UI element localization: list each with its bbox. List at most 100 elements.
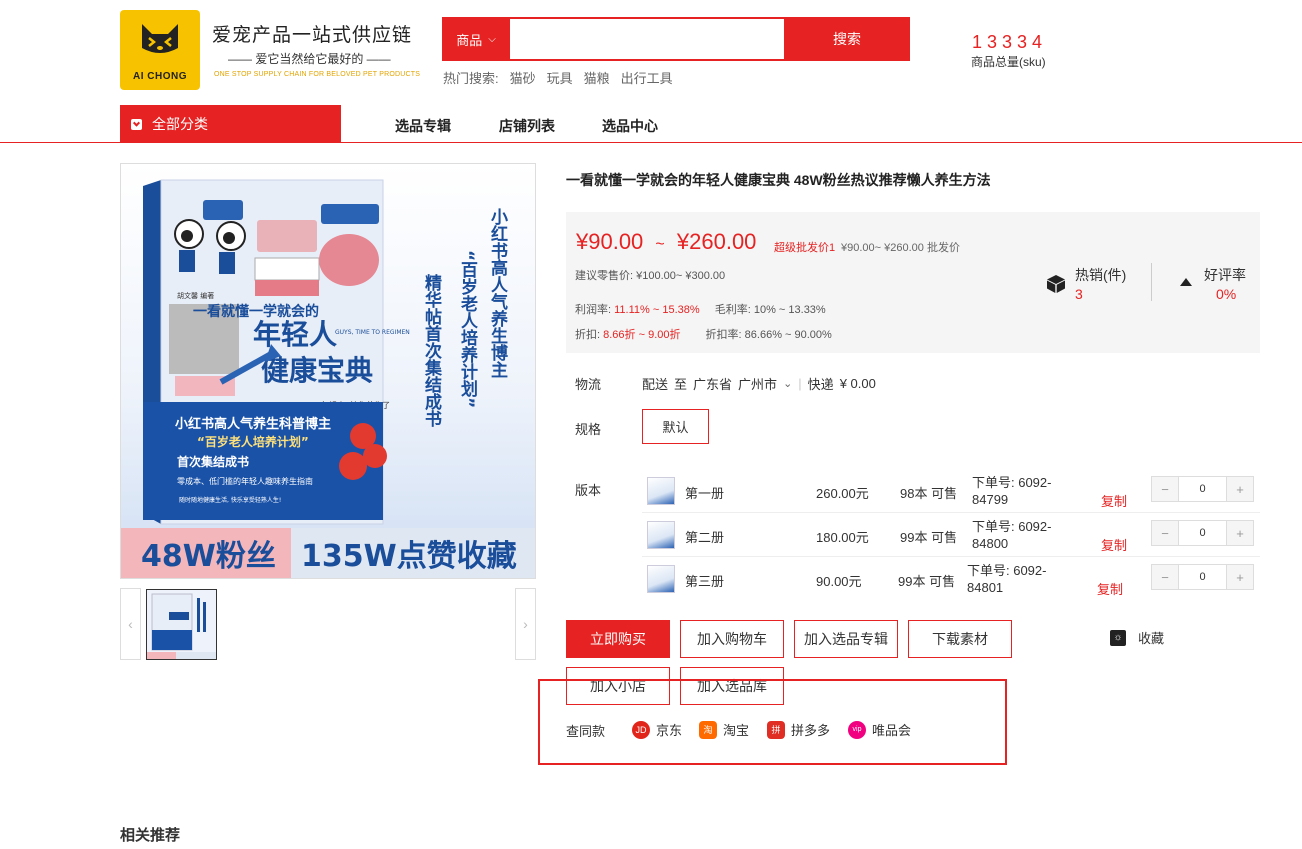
quantity-stepper: − 0 + <box>1151 520 1254 546</box>
cover-blue-line-3: 首次集结成书 <box>177 454 249 469</box>
product-title: 一看就懂一学就会的年轻人健康宝典 48W粉丝热议推荐懒人养生方法 <box>566 172 991 188</box>
nav-item-stores[interactable]: 店铺列表 <box>499 116 555 136</box>
same-item-taobao[interactable]: 淘 淘宝 <box>699 720 749 739</box>
hot-keyword[interactable]: 出行工具 <box>621 68 673 87</box>
cover-vertical-3: 精华帖首次集结成书 <box>421 273 443 428</box>
copy-button[interactable]: 复制 <box>1101 535 1127 554</box>
copy-button[interactable]: 复制 <box>1101 491 1127 510</box>
plus-button[interactable]: + <box>1227 477 1253 501</box>
minus-button[interactable]: − <box>1152 565 1178 589</box>
rating-value: 0% <box>1216 286 1237 302</box>
search-category-select[interactable]: 商品 ⌵ <box>442 17 510 61</box>
same-item-jd[interactable]: JD 京东 <box>632 720 682 739</box>
version-price: 180.00元 <box>816 530 869 545</box>
version-order-number: 下单号: 6092- 84799 <box>972 474 1082 508</box>
thumb-prev-button[interactable]: ‹ <box>120 588 141 660</box>
spec-option-default[interactable]: 默认 <box>642 409 709 444</box>
vipshop-icon: vip <box>848 720 866 739</box>
same-item-pinduoduo[interactable]: 拼 拼多多 <box>767 720 830 739</box>
shipping-line: 配送 至 广东省 广州市 ⌄ | 快递 ¥ 0.00 <box>642 374 876 393</box>
version-row: 第三册 90.00元 99本 可售 下单号: 6092- 84801 复制 − … <box>642 557 1260 601</box>
buy-now-button[interactable]: 立即购买 <box>566 620 670 658</box>
minus-button[interactable]: − <box>1152 477 1178 501</box>
rating-label: 好评率 <box>1204 267 1246 283</box>
favorite-label: 收藏 <box>1138 631 1165 646</box>
plus-button[interactable]: + <box>1227 565 1253 589</box>
same-item-label: 查同款 <box>566 724 606 739</box>
quantity-value[interactable]: 0 <box>1178 477 1227 501</box>
chevron-down-icon: ⌵ <box>488 33 496 45</box>
nav-item-album[interactable]: 选品专辑 <box>395 116 451 136</box>
spec-label: 规格 <box>575 422 602 437</box>
shipping-address-select[interactable]: 广东省 广州市 ⌄ <box>693 374 792 393</box>
add-to-album-button[interactable]: 加入选品专辑 <box>794 620 898 658</box>
shipping-label: 物流 <box>575 377 602 392</box>
version-name: 第三册 <box>685 574 725 589</box>
stats-divider <box>1151 263 1152 301</box>
minus-button[interactable]: − <box>1152 521 1178 545</box>
suggest-label: 建议零售价: <box>575 270 634 282</box>
hot-keyword[interactable]: 猫砂 <box>510 68 536 87</box>
shipping-divider: | <box>798 376 802 391</box>
nav-divider <box>0 142 1302 143</box>
download-material-button[interactable]: 下载素材 <box>908 620 1012 658</box>
thumbnail-image <box>147 590 216 659</box>
cover-blue-line-4: 零成本、低门槛的年轻人趣味养生指南 <box>177 476 313 486</box>
discount-line: 折扣: 8.66折 ~ 9.00折 折扣率: 86.66% ~ 90.00% <box>575 326 832 342</box>
favorite-button[interactable]: ☼ 收藏 <box>1110 628 1164 647</box>
nav-item-selection-center[interactable]: 选品中心 <box>602 116 658 136</box>
cover-big-title-1: 年轻人 <box>253 318 337 351</box>
quantity-stepper: − 0 + <box>1151 564 1254 590</box>
version-order-number: 下单号: 6092- 84800 <box>972 518 1082 552</box>
search-category-label: 商品 <box>456 32 483 48</box>
shop-name: 京东 <box>656 723 683 738</box>
box-icon <box>1047 275 1065 293</box>
plus-button[interactable]: + <box>1227 521 1253 545</box>
version-thumbnail <box>647 477 675 505</box>
hot-sales-label: 热销(件) <box>1075 267 1127 283</box>
search-button[interactable]: 搜索 <box>784 17 910 61</box>
order-line-1: 下单号: 6092- <box>967 563 1047 578</box>
discount-label: 折扣: <box>575 329 601 341</box>
sku-count: 13334 <box>972 32 1048 52</box>
version-stock: 98本 可售 <box>900 486 958 501</box>
shipping-province: 广东省 <box>693 377 733 392</box>
version-stock: 99本 可售 <box>898 574 956 589</box>
thumb-next-button[interactable]: › <box>515 588 536 660</box>
add-to-cart-button[interactable]: 加入购物车 <box>680 620 784 658</box>
brand-slogan-en: ONE STOP SUPPLY CHAIN FOR BELOVED PET PR… <box>214 71 421 78</box>
cat-logo-icon <box>142 24 178 53</box>
site-logo[interactable]: AI CHONG <box>120 10 200 90</box>
search-input[interactable] <box>510 17 786 61</box>
cover-sub-en: GUYS, TIME TO REGIMEN <box>335 329 410 336</box>
version-name: 第一册 <box>685 486 725 501</box>
profit-line: 利润率: 11.11% ~ 15.38% 毛利率: 10% ~ 13.33% <box>575 301 826 317</box>
cover-vertical-2: “百岁老人培养计划” <box>457 250 479 408</box>
price-separator: ~ <box>655 236 665 253</box>
version-name: 第二册 <box>685 530 725 545</box>
profit-label: 利润率: <box>575 304 612 316</box>
cover-banner-fans: 48W粉丝 <box>141 539 276 574</box>
shipping-city: 广州市 <box>738 377 778 392</box>
product-main-image[interactable]: 一看就懂一学就会的 年轻人 健康宝典 GUYS, TIME TO REGIMEN… <box>120 163 536 579</box>
all-categories-label: 全部分类 <box>152 116 208 132</box>
hot-sales-value: 3 <box>1075 286 1083 302</box>
discount-rate-label: 折扣率: <box>705 329 742 341</box>
version-order-number: 下单号: 6092- 84801 <box>967 562 1077 596</box>
version-row: 第二册 180.00元 99本 可售 下单号: 6092- 84800 复制 −… <box>642 513 1260 557</box>
pinduoduo-icon: 拼 <box>767 720 785 739</box>
price-high: ¥260.00 <box>676 229 757 254</box>
quantity-value[interactable]: 0 <box>1178 565 1227 589</box>
thumbnail-1[interactable] <box>146 589 217 660</box>
all-categories-menu[interactable]: 全部分类 <box>120 105 341 143</box>
quantity-value[interactable]: 0 <box>1178 521 1227 545</box>
cover-blue-line-5: 随时随地健康生活, 快乐享受轻熟人生! <box>179 496 281 504</box>
discount-rate-value: 86.66% ~ 90.00% <box>744 329 832 341</box>
hot-keyword[interactable]: 猫粮 <box>584 68 610 87</box>
same-item-vipshop[interactable]: vip 唯品会 <box>848 720 911 739</box>
discount-value: 8.66折 ~ 9.00折 <box>603 329 681 341</box>
copy-button[interactable]: 复制 <box>1097 579 1123 598</box>
gross-label: 毛利率: <box>714 304 751 316</box>
hot-keyword[interactable]: 玩具 <box>547 68 573 87</box>
shipping-express: 快递 <box>807 377 834 392</box>
